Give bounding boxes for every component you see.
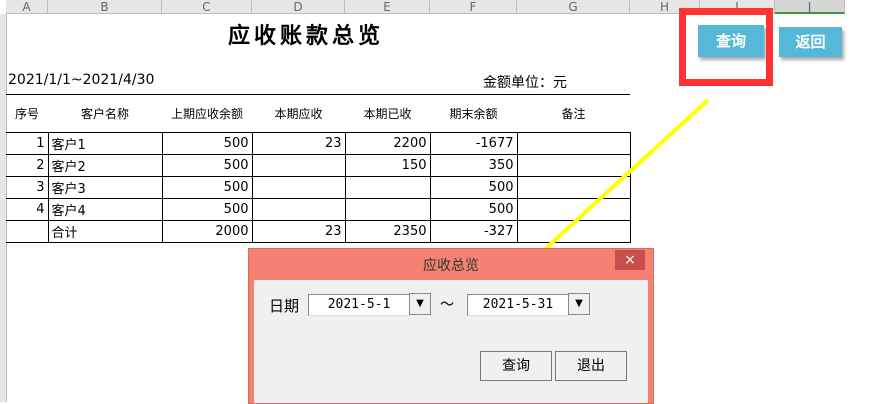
end-date-input[interactable]: 2021-5-31 [467,294,569,316]
date-label: 日期 [269,297,300,315]
dialog-title: 应收总览 [423,258,479,274]
close-icon[interactable]: × [615,250,645,270]
end-dropdown-icon[interactable]: ▼ [568,293,590,315]
dialog-exit-button[interactable]: 退出 [555,351,627,381]
start-date-input[interactable]: 2021-5-1 [308,294,410,316]
summary-dialog: 应收总览 × 日期 2021-5-1 ▼ ～ 2021-5-31 ▼ 查询 退出 [248,248,654,404]
start-dropdown-icon[interactable]: ▼ [409,293,431,315]
dialog-query-button[interactable]: 查询 [480,351,552,381]
tilde: ～ [440,297,454,313]
